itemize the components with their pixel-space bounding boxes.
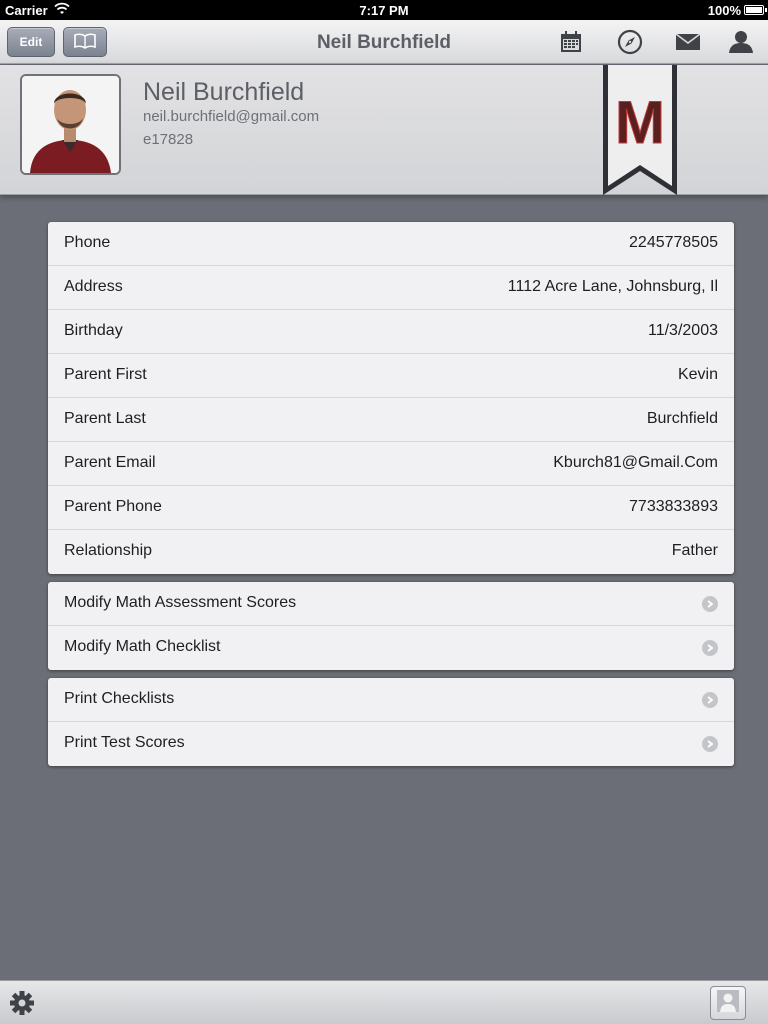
navigation-bar: Edit Neil Burchfield xyxy=(0,20,768,64)
detail-value: 1112 Acre Lane, Johnsburg, Il xyxy=(507,278,718,295)
profile-email: neil.burchfield@gmail.com xyxy=(143,108,320,125)
print-test-scores-row[interactable]: Print Test Scores xyxy=(48,722,734,766)
chevron-right-icon xyxy=(702,736,718,752)
action-label: Modify Math Checklist xyxy=(64,638,221,655)
action-label: Print Test Scores xyxy=(64,734,185,751)
detail-row-parent-email: Parent Email Kburch81@Gmail.Com xyxy=(48,442,734,486)
profile-header: Neil Burchfield neil.burchfield@gmail.co… xyxy=(0,65,768,195)
detail-label: Relationship xyxy=(64,542,153,559)
detail-value: 2245778505 xyxy=(629,234,718,251)
detail-row-birthday: Birthday 11/3/2003 xyxy=(48,310,734,354)
detail-label: Phone xyxy=(64,234,111,251)
math-actions-card: Modify Math Assessment Scores Modify Mat… xyxy=(48,582,734,670)
bottom-toolbar xyxy=(0,980,768,1024)
modify-math-checklist-row[interactable]: Modify Math Checklist xyxy=(48,626,734,670)
chevron-right-icon xyxy=(702,640,718,656)
action-label: Modify Math Assessment Scores xyxy=(64,594,297,611)
page-title: Neil Burchfield xyxy=(316,32,452,53)
avatar[interactable] xyxy=(20,74,121,175)
print-checklists-row[interactable]: Print Checklists xyxy=(48,678,734,722)
detail-label: Parent First xyxy=(64,366,147,383)
detail-row-parent-first: Parent First Kevin xyxy=(48,354,734,398)
ribbon-letter: M xyxy=(615,89,665,156)
detail-row-parent-last: Parent Last Burchfield xyxy=(48,398,734,442)
detail-row-phone: Phone 2245778505 xyxy=(48,222,734,266)
detail-value: Kburch81@Gmail.Com xyxy=(553,454,718,471)
person-icon xyxy=(717,989,739,1017)
action-label: Print Checklists xyxy=(64,690,175,707)
profile-id: e17828 xyxy=(143,131,194,148)
modify-math-assessment-scores-row[interactable]: Modify Math Assessment Scores xyxy=(48,582,734,626)
battery-percent: 100% xyxy=(707,3,741,18)
profile-name: Neil Burchfield xyxy=(143,78,305,106)
detail-value: Father xyxy=(671,542,718,559)
bookmark-ribbon: M xyxy=(603,65,677,197)
detail-value: Burchfield xyxy=(646,410,718,427)
chevron-right-icon xyxy=(702,692,718,708)
detail-value: 11/3/2003 xyxy=(648,322,718,339)
details-card: Phone 2245778505 Address 1112 Acre Lane,… xyxy=(48,222,734,574)
detail-row-parent-phone: Parent Phone 7733833893 xyxy=(48,486,734,530)
user-profile-button[interactable] xyxy=(710,986,746,1020)
battery-icon xyxy=(744,5,767,15)
status-bar: Carrier 7:17 PM 100% xyxy=(0,0,768,20)
chevron-right-icon xyxy=(702,596,718,612)
detail-row-relationship: Relationship Father xyxy=(48,530,734,574)
calendar-icon[interactable] xyxy=(557,29,585,55)
compass-icon[interactable] xyxy=(616,29,644,55)
person-icon[interactable] xyxy=(727,29,755,55)
detail-label: Parent Phone xyxy=(64,498,162,515)
print-actions-card: Print Checklists Print Test Scores xyxy=(48,678,734,766)
mail-icon[interactable] xyxy=(674,29,702,55)
status-time: 7:17 PM xyxy=(359,3,409,18)
detail-label: Birthday xyxy=(64,322,123,339)
detail-value: Kevin xyxy=(677,366,718,383)
detail-label: Parent Last xyxy=(64,410,146,427)
detail-label: Parent Email xyxy=(64,454,156,471)
detail-label: Address xyxy=(64,278,123,295)
detail-value: 7733833893 xyxy=(629,498,718,515)
detail-row-address: Address 1112 Acre Lane, Johnsburg, Il xyxy=(48,266,734,310)
gear-icon[interactable] xyxy=(9,990,35,1016)
